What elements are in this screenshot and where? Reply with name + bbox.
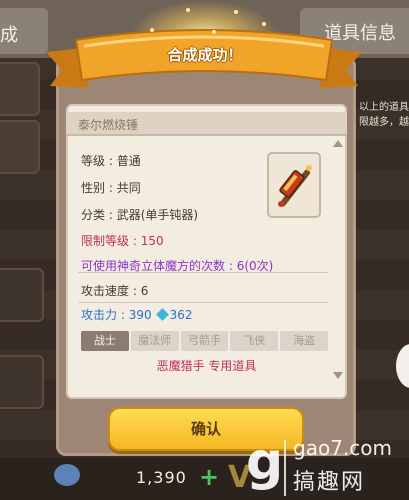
side-text-line: 限越多，越	[359, 117, 409, 128]
separator: :	[129, 234, 141, 248]
grade-label: 等级	[81, 154, 106, 168]
sparkle	[186, 8, 190, 12]
class-tag: 飞侠	[230, 331, 279, 351]
separator: :	[105, 181, 117, 195]
class-tag: 战士	[81, 331, 129, 351]
grade-value: 普通	[116, 154, 141, 168]
attack-speed-label: 攻击速度	[81, 284, 130, 298]
separator: :	[105, 208, 117, 222]
cube-uses-value: 6(0次)	[236, 259, 274, 273]
divider	[78, 272, 328, 273]
category-row: 分类 : 武器(单手钝器)	[81, 206, 198, 223]
separator: :	[225, 259, 237, 273]
tab-synthesis-label: 成	[0, 25, 18, 46]
item-name: 泰尔燃烧锤	[78, 118, 139, 132]
watermark-logo: g	[246, 432, 284, 492]
category-label: 分类	[81, 208, 106, 222]
item-name-bar: 泰尔燃烧锤	[66, 112, 347, 136]
class-restriction-bar: 战士 魔法师 弓箭手 飞侠 海盗	[81, 331, 328, 351]
gender-label: 性别	[81, 181, 106, 195]
watermark-url: gao7.com	[293, 436, 392, 460]
level-requirement-label: 限制等级	[81, 234, 130, 248]
inventory-slot[interactable]	[0, 120, 40, 174]
candy-icon	[54, 464, 80, 486]
watermark-divider	[284, 440, 286, 496]
sparkle	[262, 22, 266, 26]
inventory-slot[interactable]	[0, 355, 44, 409]
inventory-slot[interactable]	[0, 62, 40, 116]
currency-amount: 1,390	[136, 468, 187, 487]
category-value: 武器(单手钝器)	[116, 208, 199, 222]
grade-row: 等级 : 普通	[81, 152, 141, 169]
gender-value: 共同	[116, 181, 141, 195]
attack-label: 攻击力	[81, 308, 118, 322]
tab-synthesis[interactable]: 成	[0, 8, 48, 54]
level-requirement-row: 限制等级 : 150	[81, 232, 164, 249]
attack-speed-value: 6	[140, 284, 149, 298]
cube-uses-label: 可使用神奇立体魔方的次数	[81, 259, 226, 273]
divider	[78, 302, 328, 303]
hammer-icon	[278, 165, 312, 207]
class-tag: 弓箭手	[180, 331, 229, 351]
inventory-slot[interactable]	[0, 268, 44, 322]
attack-speed-row: 攻击速度 : 6	[81, 282, 148, 299]
exclusive-note: 恶魔猎手 专用道具	[156, 359, 257, 373]
separator: :	[117, 308, 129, 322]
attack-row: 攻击力 : 390 362	[81, 306, 193, 323]
class-tag: 海盗	[280, 331, 328, 351]
class-tag: 魔法师	[130, 331, 179, 351]
add-currency-button[interactable]: +	[199, 463, 219, 491]
item-icon-frame[interactable]	[267, 152, 321, 218]
level-requirement-value: 150	[140, 234, 164, 248]
side-text-line: 以上的道具	[359, 102, 409, 113]
gem-icon	[155, 308, 169, 321]
gender-row: 性别 : 共同	[81, 179, 141, 196]
attack-value: 390	[128, 308, 152, 322]
sparkle	[234, 10, 238, 14]
separator: :	[129, 284, 141, 298]
sparkle	[150, 28, 154, 32]
side-description: 以上的道具 限越多，越	[353, 100, 409, 130]
attack-bonus: 362	[169, 308, 193, 322]
scroll-up-icon[interactable]	[333, 140, 343, 147]
watermark-name: 搞趣网	[293, 470, 366, 495]
separator: :	[105, 154, 117, 168]
item-detail-panel	[66, 104, 347, 399]
success-title: 合成成功！	[167, 46, 243, 64]
sparkle	[212, 30, 216, 34]
